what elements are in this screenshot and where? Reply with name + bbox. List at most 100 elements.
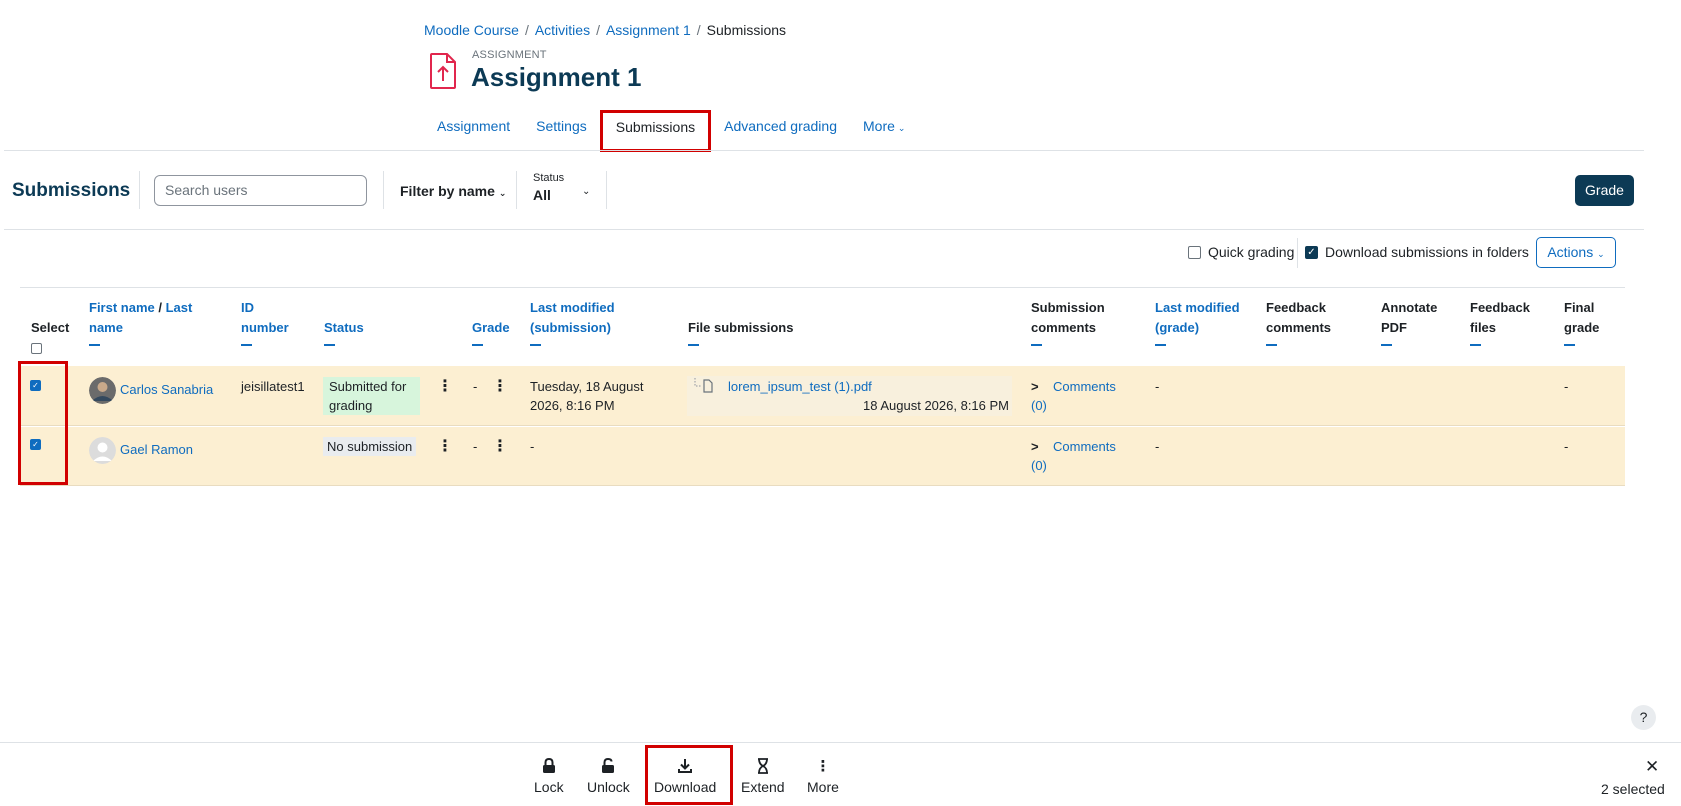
column-id-number-label: ID number [241,300,289,335]
last-modified-value: - [530,439,535,454]
column-last-modified-grade-label: Last modified (grade) [1155,300,1240,335]
column-status[interactable]: Status [324,318,364,346]
column-collapse-icon[interactable] [1266,344,1277,346]
chevron-down-icon: ⌄ [498,188,507,198]
more-button[interactable]: ⋮ More [807,758,839,795]
column-last-modified-grade[interactable]: Last modified (grade) [1155,298,1250,346]
column-feedback-comments: Feedback comments [1266,298,1346,346]
unlock-label: Unlock [587,779,630,795]
column-collapse-icon[interactable] [324,344,335,346]
comments-count[interactable]: (0) [1031,396,1047,415]
quick-grading-toggle[interactable]: Quick grading [1188,244,1294,260]
column-collapse-icon[interactable] [1031,344,1042,346]
breadcrumb-course[interactable]: Moodle Course [424,22,519,38]
grade-value: - [473,379,478,394]
divider [1297,238,1298,268]
column-collapse-icon[interactable] [1155,344,1166,346]
chevron-down-icon: ⌄ [897,123,906,133]
breadcrumb-activities[interactable]: Activities [535,22,590,38]
more-label: More [807,779,839,795]
column-annotate-pdf: Annotate PDF [1381,298,1451,346]
breadcrumb-separator: / [524,22,529,38]
column-grade[interactable]: Grade [472,318,510,346]
table-top-border [20,287,1625,288]
chevron-right-icon[interactable]: > [1031,437,1039,456]
extend-button[interactable]: Extend [741,758,785,795]
column-collapse-icon[interactable] [1381,344,1392,346]
column-collapse-icon[interactable] [530,344,541,346]
column-collapse-icon[interactable] [688,344,699,346]
divider [4,150,1644,151]
selected-count: 2 selected [1601,781,1665,797]
download-folders-toggle[interactable]: ✓ Download submissions in folders [1305,244,1529,260]
kebab-menu-icon[interactable]: ⋮ [437,438,453,456]
file-tree-icon [694,378,713,393]
chevron-right-icon[interactable]: > [1031,377,1039,396]
column-name: First name / Last name [89,298,209,346]
breadcrumb-current: Submissions [706,22,787,38]
download-folders-checkbox[interactable]: ✓ [1305,245,1318,259]
tab-settings[interactable]: Settings [523,110,600,152]
kebab-menu-icon[interactable]: ⋮ [492,438,508,456]
divider [383,171,384,209]
column-submission-comments: Submission comments [1031,298,1121,346]
page-title: Assignment 1 [471,62,642,92]
kebab-menu-icon[interactable]: ⋮ [437,378,453,396]
column-final-grade: Final grade [1564,298,1614,346]
column-collapse-icon[interactable] [241,344,252,346]
grade-modified-value: - [1155,439,1160,454]
tab-advanced-grading[interactable]: Advanced grading [711,110,850,152]
divider [606,171,607,209]
actions-dropdown[interactable]: Actions ⌄ [1536,237,1616,268]
filter-by-name-dropdown[interactable]: Filter by name ⌄ [400,183,506,199]
kebab-menu-icon: ⋮ [815,758,831,775]
comments-link[interactable]: Comments [1053,377,1116,396]
column-status-label: Status [324,320,364,335]
column-feedback-files: Feedback files [1470,298,1540,346]
grade-button[interactable]: Grade [1575,175,1634,206]
column-collapse-icon[interactable] [1564,344,1575,346]
table-row [20,427,1625,486]
close-icon[interactable]: ✕ [1645,757,1659,777]
user-name-link[interactable]: Carlos Sanabria [120,380,213,399]
column-id-number[interactable]: ID number [241,298,301,346]
comments-link[interactable]: Comments [1053,437,1116,456]
help-button[interactable]: ? [1631,705,1656,730]
column-feedback-comments-label: Feedback comments [1266,300,1332,335]
chevron-down-icon: ⌄ [582,186,591,197]
search-input[interactable]: Search users [154,175,367,206]
avatar [89,377,116,404]
last-modified-value: Tuesday, 18 August 2026, 8:16 PM [530,379,644,413]
quick-grading-checkbox[interactable] [1188,245,1201,259]
status-filter[interactable]: Status All [533,172,564,203]
column-collapse-icon[interactable] [1470,344,1481,346]
column-select: Select [31,318,69,354]
tab-assignment[interactable]: Assignment [424,110,523,152]
unlock-button[interactable]: Unlock [587,757,630,795]
tab-more[interactable]: More ⌄ [850,110,918,152]
file-link[interactable]: lorem_ipsum_test (1).pdf [728,377,872,396]
highlight-select-checkboxes [18,361,68,485]
column-last-modified-submission[interactable]: Last modified (submission) [530,298,630,346]
status-badge: No submission [323,437,417,456]
sort-first-name[interactable]: First name [89,300,155,315]
lock-button[interactable]: Lock [534,757,564,795]
user-name-link[interactable]: Gael Ramon [120,440,193,459]
column-feedback-files-label: Feedback files [1470,300,1530,335]
tab-submissions[interactable]: Submissions [599,110,712,152]
status-badge: Submitted for grading [323,377,420,415]
comments-count[interactable]: (0) [1031,456,1047,475]
column-grade-label: Grade [472,320,510,335]
grade-modified-value: - [1155,379,1160,394]
status-filter-value: All [533,187,551,203]
kebab-menu-icon[interactable]: ⋮ [492,378,508,396]
status-filter-label: Status [533,172,565,184]
breadcrumb-separator: / [596,22,600,38]
breadcrumb-assignment[interactable]: Assignment 1 [606,22,691,38]
column-collapse-icon[interactable] [472,344,483,346]
select-all-checkbox[interactable] [31,343,42,354]
column-collapse-icon[interactable] [89,344,100,346]
activity-kind: ASSIGNMENT [472,49,547,61]
grade-value: - [473,439,478,454]
breadcrumb: Moodle Course / Activities / Assignment … [424,22,786,38]
